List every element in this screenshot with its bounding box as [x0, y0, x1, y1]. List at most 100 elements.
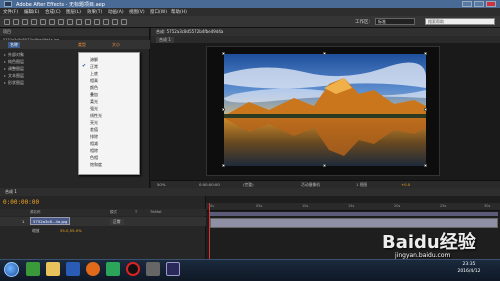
type-column[interactable]: 类型 — [78, 42, 86, 48]
rectangle-tool-icon[interactable] — [58, 19, 64, 25]
menu-item-normal[interactable]: 正常 — [90, 64, 98, 70]
search-help-input[interactable]: 搜索帮助 — [425, 18, 495, 25]
transform-handle[interactable] — [222, 52, 225, 55]
pan-behind-tool-icon[interactable] — [49, 19, 55, 25]
menu-composition[interactable]: 合成(C) — [45, 9, 61, 15]
workspace-select[interactable]: 标准 — [375, 18, 415, 25]
rotate-tool-icon[interactable] — [31, 19, 37, 25]
mountain-lake-image[interactable] — [224, 54, 426, 166]
transform-handle[interactable] — [323, 164, 326, 167]
baidu-watermark: Baidu经验 — [382, 232, 476, 253]
menu-effect[interactable]: 效果(T) — [87, 9, 102, 15]
menu-item[interactable]: 差值 — [90, 127, 98, 133]
menu-edit[interactable]: 编辑(E) — [24, 9, 39, 15]
expand-arrow-icon: ▸ — [4, 59, 7, 64]
camera-icon[interactable] — [146, 262, 160, 276]
landscape-photo — [224, 54, 426, 166]
composition-subtab[interactable]: 合成 1 — [156, 37, 174, 43]
tree-item[interactable]: ▸ 文本图层 — [4, 73, 24, 79]
menu-item[interactable]: 色相 — [90, 155, 98, 161]
menu-item[interactable]: 柔光 — [90, 99, 98, 105]
zoom-select[interactable]: 50% — [157, 182, 165, 187]
project-column-header: 名称 类型 大小 — [0, 40, 150, 49]
menu-help[interactable]: 帮助(H) — [171, 9, 187, 15]
menu-animation[interactable]: 动画(A) — [108, 9, 124, 15]
project-tab[interactable]: 项目 — [0, 28, 149, 36]
menu-item[interactable]: 相减 — [90, 141, 98, 147]
menu-item[interactable]: 上底 — [90, 71, 98, 77]
pen-tool-icon[interactable] — [67, 19, 73, 25]
tree-item[interactable]: ▸ 纯色图层 — [4, 59, 24, 65]
menu-item[interactable]: 饱和度 — [90, 162, 102, 168]
transform-handle[interactable] — [424, 108, 427, 111]
brush-tool-icon[interactable] — [85, 19, 91, 25]
word-icon[interactable] — [66, 262, 80, 276]
timeline-column-headers: 源名称 模式 T TrkMat — [0, 209, 206, 216]
blend-mode-menu[interactable]: ✔ 溶解 正常 上底 相乘 颜色 叠加 柔光 强光 线性光 亮光 差值 排除 相… — [78, 52, 140, 175]
menu-file[interactable]: 文件(F) — [3, 9, 18, 15]
transform-handle[interactable] — [323, 52, 326, 55]
selection-tool-icon[interactable] — [4, 19, 10, 25]
tree-item[interactable]: ▸ 外部对象 — [4, 52, 24, 58]
t-column[interactable]: T — [135, 210, 137, 214]
workspace-label: 工作区: — [355, 20, 371, 25]
tree-item[interactable]: ▸ 形状图层 — [4, 80, 24, 86]
menu-item[interactable]: 相除 — [90, 148, 98, 154]
work-area-bar[interactable] — [210, 212, 498, 216]
time-ruler[interactable]: 0s 05s 10s 15s 20s 25s 30s — [206, 203, 500, 211]
menu-view[interactable]: 视图(V) — [129, 9, 145, 15]
menu-item-dissolve[interactable]: 溶解 — [90, 57, 98, 63]
zoom-tool-icon[interactable] — [22, 19, 28, 25]
scale-value[interactable]: 55.0,55.0% — [60, 228, 82, 233]
composition-subtab-bar: 合成 1 — [151, 36, 500, 43]
media-player-icon[interactable] — [106, 262, 120, 276]
playhead[interactable] — [209, 203, 210, 259]
maximize-button[interactable] — [474, 1, 484, 7]
firefox-icon[interactable] — [86, 262, 100, 276]
tree-item[interactable]: ▸ 调整图层 — [4, 66, 24, 72]
expand-arrow-icon: ▸ — [4, 52, 7, 57]
close-button[interactable] — [486, 1, 496, 7]
menu-item[interactable]: 亮光 — [90, 120, 98, 126]
name-column[interactable]: 名称 — [8, 42, 20, 48]
camera-tool-icon[interactable] — [40, 19, 46, 25]
minimize-button[interactable] — [462, 1, 472, 7]
menu-item[interactable]: 颜色 — [90, 85, 98, 91]
hand-tool-icon[interactable] — [13, 19, 19, 25]
transform-handle[interactable] — [222, 108, 225, 111]
composition-tab[interactable]: 合成: 5752a3c8d5572b4fbe49d4a — [156, 29, 223, 35]
menu-item[interactable]: 相乘 — [90, 78, 98, 84]
transform-handle[interactable] — [222, 164, 225, 167]
system-clock[interactable]: 23:35 2016/4/12 — [440, 261, 498, 275]
clone-stamp-tool-icon[interactable] — [94, 19, 100, 25]
trkmat-column[interactable]: TrkMat — [150, 210, 162, 214]
size-column[interactable]: 大小 — [112, 42, 120, 48]
transform-handle[interactable] — [424, 52, 427, 55]
layer-duration-bar[interactable] — [210, 218, 498, 228]
layer-name[interactable]: 5752a3c8...4a.jpg — [30, 217, 70, 225]
source-name-column[interactable]: 源名称 — [30, 210, 41, 215]
puppet-tool-icon[interactable] — [121, 19, 127, 25]
layer-mode-select[interactable]: 正常 — [110, 219, 124, 225]
transform-handle[interactable] — [424, 164, 427, 167]
menu-window[interactable]: 窗口(W) — [150, 9, 167, 15]
record-icon[interactable] — [126, 262, 140, 276]
menu-item[interactable]: 强光 — [90, 106, 98, 112]
eraser-tool-icon[interactable] — [103, 19, 109, 25]
start-button-icon[interactable] — [4, 262, 19, 277]
menu-item[interactable]: 排除 — [90, 134, 98, 140]
viewer-timecode[interactable]: 0:00:00:00 — [199, 182, 220, 187]
menu-item[interactable]: 线性光 — [90, 113, 102, 119]
exposure-value[interactable]: +0.0 — [401, 182, 410, 187]
roto-brush-tool-icon[interactable] — [112, 19, 118, 25]
folder-icon[interactable] — [46, 262, 60, 276]
current-time-display[interactable]: 0:00:00:00 — [3, 199, 39, 206]
text-tool-icon[interactable] — [76, 19, 82, 25]
menu-item[interactable]: 叠加 — [90, 92, 98, 98]
timeline-tab[interactable]: 合成 1 — [5, 189, 17, 195]
baidu-watermark-url: jingyan.baidu.com — [395, 252, 451, 259]
mode-column[interactable]: 模式 — [110, 210, 117, 215]
menu-layer[interactable]: 图层(L) — [66, 9, 81, 15]
chrome-icon[interactable] — [26, 262, 40, 276]
after-effects-icon[interactable] — [166, 262, 180, 276]
